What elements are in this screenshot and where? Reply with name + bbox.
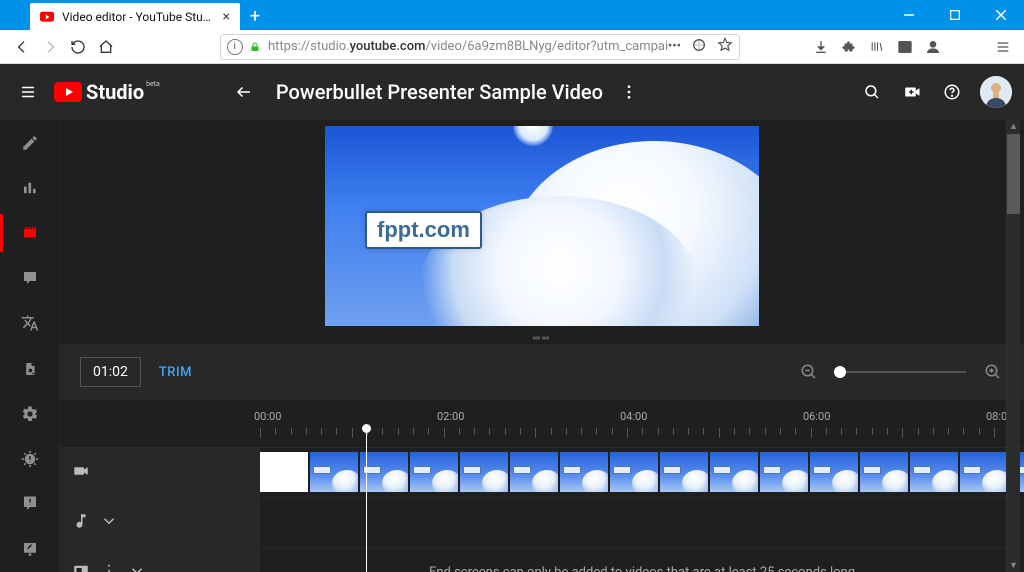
- sidebar-icon[interactable]: [892, 34, 918, 60]
- rail-subtitles[interactable]: [0, 301, 60, 346]
- zoom-out-button[interactable]: [798, 361, 820, 383]
- endscreen-more-icon[interactable]: [100, 562, 118, 572]
- account-avatar[interactable]: [980, 76, 1012, 108]
- audio-track-expand[interactable]: [100, 512, 118, 534]
- video-track[interactable]: [60, 448, 1024, 498]
- studio-text: Studio: [86, 80, 144, 104]
- timeline-thumbnail[interactable]: [910, 452, 958, 492]
- timeline-thumbnail[interactable]: [260, 452, 308, 492]
- endscreen-message: End screens can only be added to videos …: [429, 565, 855, 572]
- lock-icon: [249, 40, 263, 54]
- url-text: https://studio.youtube.com/video/6a9zm8B…: [268, 39, 668, 54]
- rail-comments[interactable]: [0, 256, 60, 301]
- bookmark-icon[interactable]: [717, 37, 733, 57]
- beta-label: beta: [146, 80, 160, 88]
- library-icon[interactable]: [864, 34, 890, 60]
- studio-logo[interactable]: Studio beta: [54, 80, 158, 104]
- rail-creator-studio[interactable]: [0, 527, 60, 572]
- create-button[interactable]: [900, 80, 924, 104]
- timeline-thumbnail[interactable]: [610, 452, 658, 492]
- hamburger-menu-icon[interactable]: [990, 34, 1016, 60]
- timeline-thumbnail[interactable]: [960, 452, 1008, 492]
- playhead[interactable]: [366, 432, 367, 572]
- close-tab-button[interactable]: ×: [223, 10, 230, 24]
- back-button[interactable]: [228, 76, 260, 108]
- panel-resize-handle[interactable]: ══: [533, 333, 551, 343]
- rail-details[interactable]: [0, 120, 60, 165]
- timeline-thumbnail[interactable]: [310, 452, 358, 492]
- endscreen-track-expand[interactable]: [128, 562, 146, 572]
- rail-whatsnew[interactable]: [0, 436, 60, 481]
- timeline-thumbnail[interactable]: [510, 452, 558, 492]
- video-preview[interactable]: fppt.com: [325, 126, 759, 326]
- youtube-favicon: [40, 10, 54, 24]
- rail-editor[interactable]: [0, 210, 60, 255]
- video-track-icon: [72, 462, 90, 484]
- browser-tab[interactable]: Video editor - YouTube Studio ×: [30, 3, 240, 30]
- ruler-tick: 04:00: [620, 410, 647, 423]
- browser-reload-button[interactable]: [64, 33, 92, 61]
- endscreen-track-icon: [72, 562, 90, 572]
- timeline-thumbnail[interactable]: [760, 452, 808, 492]
- tab-title: Video editor - YouTube Studio: [62, 10, 215, 24]
- browser-back-button[interactable]: [8, 33, 36, 61]
- address-bar[interactable]: i https://studio.youtube.com/video/6a9zm…: [220, 34, 740, 60]
- ruler-tick: 00:00: [254, 410, 281, 423]
- timeline-thumbnail[interactable]: [560, 452, 608, 492]
- timeline-thumbnail[interactable]: [360, 452, 408, 492]
- preview-overlay-text: fppt.com: [365, 211, 482, 249]
- rail-other[interactable]: [0, 346, 60, 391]
- timeline-thumbnail[interactable]: [860, 452, 908, 492]
- window-minimize-button[interactable]: [886, 0, 932, 30]
- zoom-slider[interactable]: [836, 371, 966, 373]
- timeline-thumbnail[interactable]: [460, 452, 508, 492]
- endscreen-track[interactable]: End screens can only be added to videos …: [60, 548, 1024, 572]
- page-actions-icon[interactable]: •••: [668, 39, 681, 54]
- timeline-thumbnail[interactable]: [660, 452, 708, 492]
- downloads-icon[interactable]: [808, 34, 834, 60]
- site-info-icon[interactable]: i: [227, 39, 243, 55]
- rail-settings[interactable]: [0, 391, 60, 436]
- window-maximize-button[interactable]: [932, 0, 978, 30]
- current-time-display[interactable]: 01:02: [80, 357, 141, 387]
- timeline-thumbnail[interactable]: [710, 452, 758, 492]
- rail-feedback[interactable]: [0, 482, 60, 527]
- browser-forward-button[interactable]: [36, 33, 64, 61]
- audio-track-icon: [72, 512, 90, 534]
- scrollbar[interactable]: ▲ ▼: [1006, 120, 1020, 572]
- ruler-tick: 06:00: [803, 410, 830, 423]
- search-button[interactable]: [860, 80, 884, 104]
- audio-track[interactable]: [60, 498, 1024, 548]
- video-title: Powerbullet Presenter Sample Video: [276, 80, 603, 104]
- help-button[interactable]: [940, 80, 964, 104]
- zoom-in-button[interactable]: [982, 361, 1004, 383]
- menu-button[interactable]: [12, 76, 44, 108]
- rail-analytics[interactable]: [0, 165, 60, 210]
- window-close-button[interactable]: [978, 0, 1024, 30]
- timeline-thumbnail[interactable]: [410, 452, 458, 492]
- account-icon[interactable]: [920, 34, 946, 60]
- zoom-slider-knob[interactable]: [834, 366, 846, 378]
- browser-home-button[interactable]: [92, 33, 120, 61]
- youtube-icon: [54, 82, 82, 102]
- timeline-ruler[interactable]: 00:00 02:00 04:00 06:00 08:09: [60, 400, 1024, 448]
- extensions-icon[interactable]: [836, 34, 862, 60]
- new-tab-button[interactable]: +: [240, 3, 270, 30]
- more-options-button[interactable]: [615, 78, 643, 106]
- trim-button[interactable]: TRIM: [159, 365, 192, 380]
- ruler-tick: 02:00: [437, 410, 464, 423]
- timeline-thumbnail[interactable]: [810, 452, 858, 492]
- reader-mode-icon[interactable]: [691, 37, 707, 57]
